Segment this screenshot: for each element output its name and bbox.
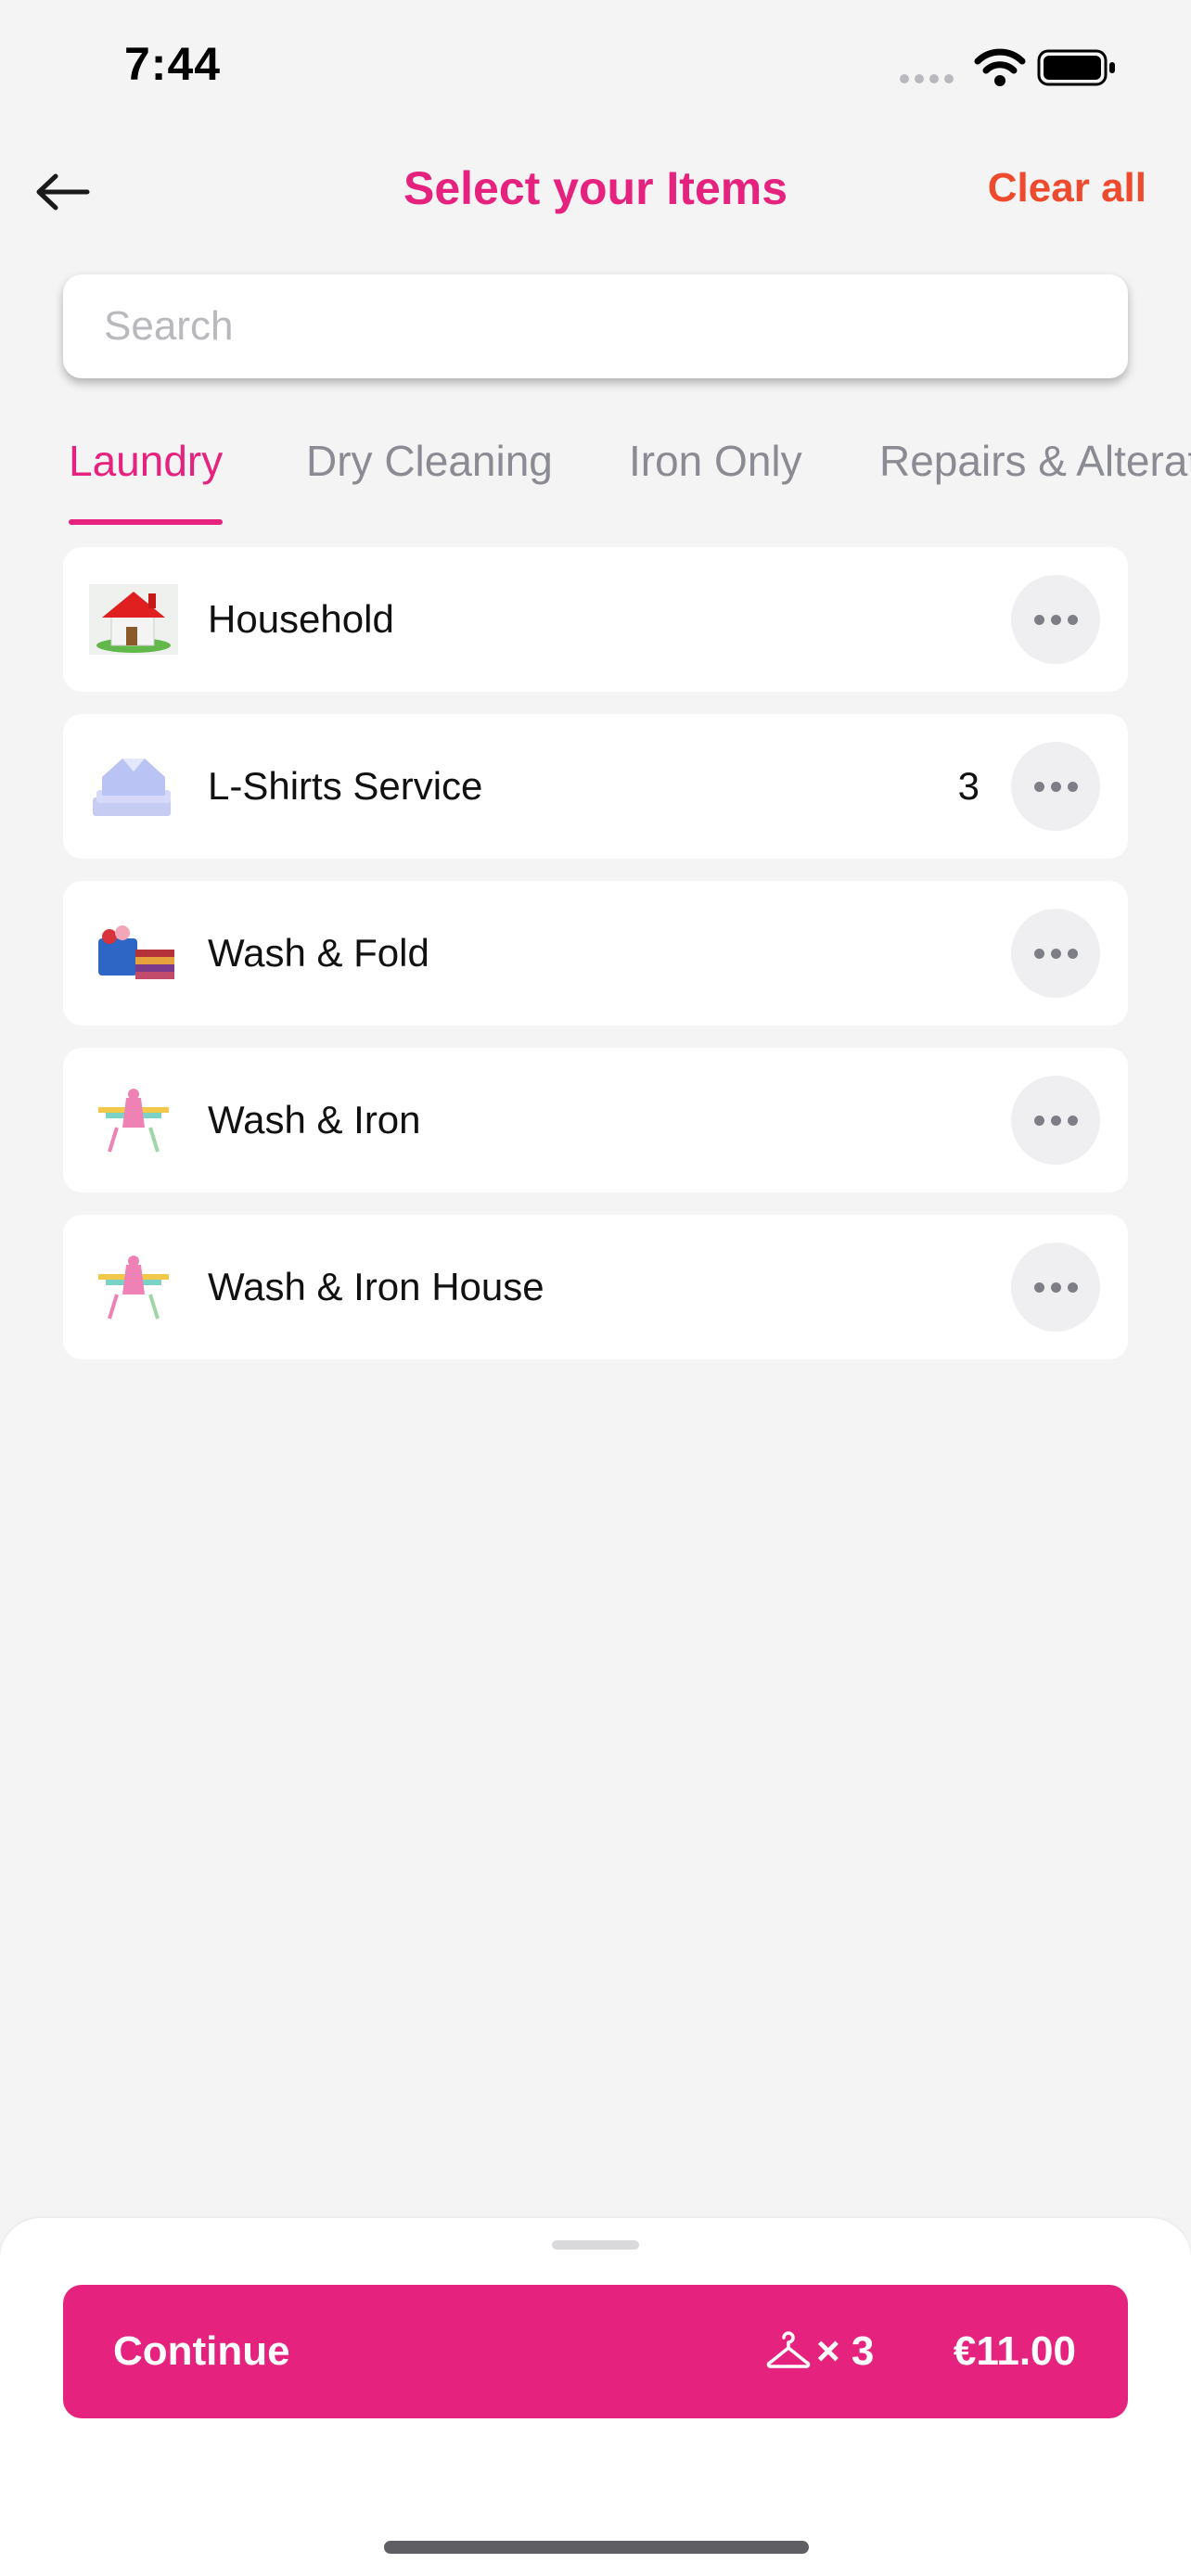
tab-dry-cleaning[interactable]: Dry Cleaning: [306, 436, 553, 486]
search-box[interactable]: [63, 274, 1128, 378]
status-bar: 7:44: [0, 0, 1191, 130]
battery-icon: [1037, 49, 1115, 86]
item-count: 3: [957, 764, 980, 808]
tab-repairs-alterations[interactable]: Repairs & Alterat: [879, 436, 1191, 486]
item-label: Wash & Fold: [208, 931, 429, 975]
list-item[interactable]: Wash & Iron: [63, 1048, 1128, 1192]
item-label: Wash & Iron: [208, 1098, 421, 1141]
folded-shirt-icon: [93, 759, 171, 816]
item-list: Household L-Shirts Service 3 Wash & Fold: [63, 547, 1128, 1382]
wifi-icon: [974, 48, 1026, 86]
ironing-icon: [98, 1089, 169, 1153]
more-options-button[interactable]: [1011, 742, 1100, 831]
tab-laundry[interactable]: Laundry: [69, 436, 223, 486]
more-options-button[interactable]: [1011, 1076, 1100, 1165]
total-price: €11.00: [953, 2328, 1076, 2374]
list-item[interactable]: L-Shirts Service 3: [63, 714, 1128, 859]
continue-button[interactable]: Continue × 3 €11.00: [63, 2285, 1128, 2418]
header: Select your Items Clear all: [0, 148, 1191, 232]
list-item[interactable]: Household: [63, 547, 1128, 692]
sheet-handle[interactable]: [552, 2240, 639, 2250]
more-options-button[interactable]: [1011, 575, 1100, 664]
home-indicator: [384, 2541, 809, 2554]
search-input[interactable]: [102, 302, 1128, 351]
tab-iron-only[interactable]: Iron Only: [629, 436, 802, 486]
list-item[interactable]: Wash & Iron House: [63, 1215, 1128, 1359]
hanger-icon: [766, 2331, 811, 2368]
status-time: 7:44: [124, 38, 222, 90]
item-label: Household: [208, 597, 394, 641]
more-options-button[interactable]: [1011, 909, 1100, 998]
item-label: Wash & Iron House: [208, 1265, 544, 1308]
active-tab-indicator: [69, 519, 223, 525]
clear-all-button[interactable]: Clear all: [988, 165, 1146, 211]
house-icon: [89, 584, 178, 655]
list-item[interactable]: Wash & Fold: [63, 881, 1128, 1026]
continue-label: Continue: [113, 2328, 290, 2374]
signal-icon: [900, 74, 954, 83]
category-tabs: Laundry Dry Cleaning Iron Only Repairs &…: [0, 427, 1191, 529]
item-count-summary: × 3: [816, 2328, 875, 2374]
more-options-button[interactable]: [1011, 1243, 1100, 1332]
bottom-sheet: Continue × 3 €11.00: [0, 2218, 1191, 2576]
ironing-icon: [98, 1256, 169, 1320]
laundry-basket-icon: [98, 925, 174, 979]
item-label: L-Shirts Service: [208, 764, 483, 808]
